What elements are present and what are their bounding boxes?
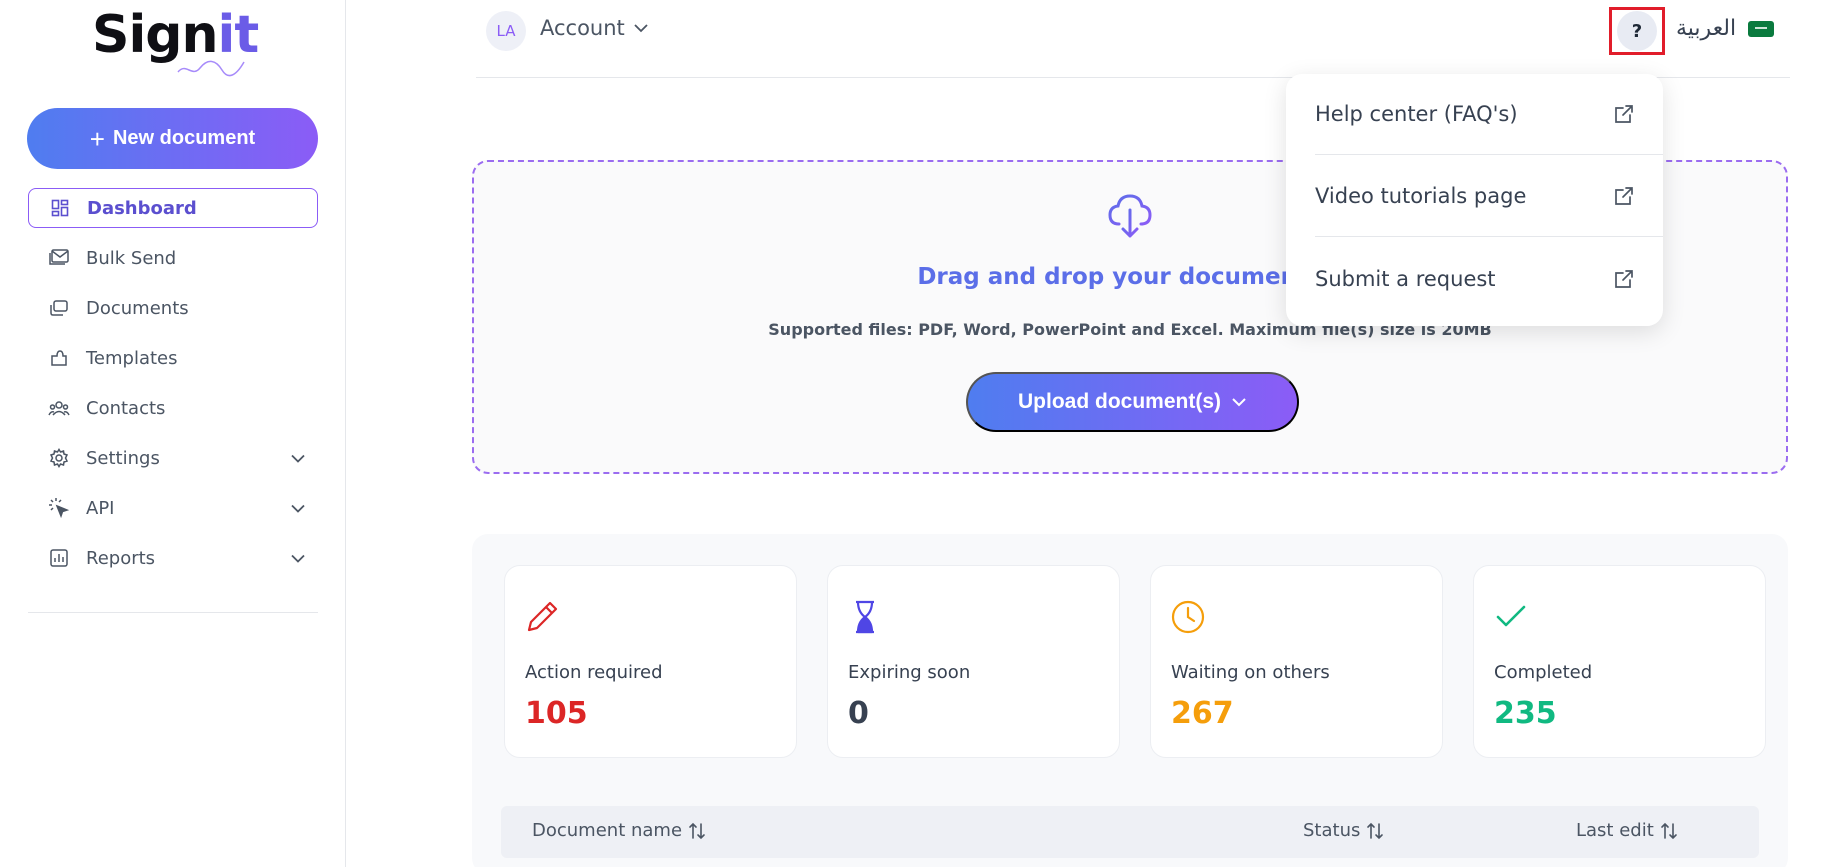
sidebar-item-contacts[interactable]: Contacts — [28, 383, 318, 433]
stat-card-completed[interactable]: Completed 235 — [1473, 565, 1766, 758]
column-status[interactable]: Status — [1303, 820, 1384, 841]
sidebar-item-templates[interactable]: Templates — [28, 333, 318, 383]
hourglass-icon — [856, 600, 874, 634]
bar-chart-icon — [48, 547, 70, 569]
pencil-icon — [527, 601, 558, 632]
stat-card-waiting-on-others[interactable]: Waiting on others 267 — [1150, 565, 1443, 758]
contacts-icon — [48, 397, 70, 419]
column-document-name[interactable]: Document name — [532, 820, 706, 841]
sidebar-item-reports[interactable]: Reports — [28, 533, 318, 583]
sidebar-item-documents[interactable]: Documents — [28, 283, 318, 333]
sort-icon — [689, 822, 705, 839]
upload-label: Upload document(s) — [1018, 390, 1221, 413]
menu-item-submit-request[interactable]: Submit a request — [1315, 238, 1663, 319]
account-menu-button[interactable]: Account — [540, 16, 649, 40]
help-dropdown-menu: Help center (FAQ's) Video tutorials page… — [1286, 74, 1663, 326]
top-bar: LA Account ? العربية — [476, 0, 1790, 78]
sidebar-item-api[interactable]: API — [28, 483, 318, 533]
new-document-button[interactable]: + New document — [27, 108, 318, 169]
sidebar-item-bulk-send[interactable]: Bulk Send — [28, 233, 318, 283]
documents-table-header: Document name Status Last edit — [501, 806, 1759, 858]
saudi-flag-icon — [1748, 20, 1775, 37]
chevron-down-icon[interactable] — [290, 498, 306, 519]
stat-value: 267 — [1171, 696, 1234, 731]
cursor-click-icon — [48, 497, 70, 519]
chevron-down-icon[interactable] — [290, 448, 306, 469]
language-switcher[interactable]: العربية — [1676, 16, 1775, 41]
check-icon — [1496, 605, 1526, 627]
column-label: Document name — [532, 820, 683, 841]
sort-icon — [1660, 822, 1677, 839]
gear-icon — [48, 447, 70, 469]
documents-icon — [48, 297, 70, 319]
stat-label: Completed — [1494, 662, 1593, 683]
external-link-icon — [1615, 187, 1633, 205]
chevron-down-icon — [634, 24, 648, 33]
sidebar-item-label: Templates — [86, 347, 178, 369]
sort-icon — [1367, 822, 1384, 839]
stat-value: 235 — [1494, 696, 1557, 731]
sidebar-item-label: Documents — [86, 297, 189, 319]
menu-item-label: Help center (FAQ's) — [1315, 102, 1518, 126]
sidebar-item-dashboard[interactable]: Dashboard — [28, 188, 318, 228]
stat-label: Expiring soon — [848, 662, 971, 683]
account-label: Account — [540, 16, 625, 40]
sidebar-item-settings[interactable]: Settings — [28, 433, 318, 483]
menu-item-help-center[interactable]: Help center (FAQ's) — [1315, 74, 1663, 155]
sidebar-item-label: API — [86, 497, 115, 519]
clock-icon — [1171, 600, 1205, 634]
chevron-down-icon — [1232, 398, 1246, 407]
templates-icon — [48, 347, 70, 369]
sidebar-item-label: Contacts — [86, 397, 166, 419]
sidebar-item-label: Bulk Send — [86, 247, 177, 269]
stat-label: Waiting on others — [1171, 662, 1330, 683]
menu-item-video-tutorials[interactable]: Video tutorials page — [1315, 156, 1663, 237]
menu-item-label: Video tutorials page — [1315, 184, 1527, 208]
column-last-edit[interactable]: Last edit — [1576, 820, 1678, 841]
mail-stack-icon — [48, 247, 70, 269]
external-link-icon — [1615, 269, 1633, 288]
stat-value: 105 — [525, 696, 588, 731]
help-button[interactable]: ? — [1617, 11, 1657, 51]
stat-card-action-required[interactable]: Action required 105 — [504, 565, 797, 758]
cloud-download-icon — [1108, 194, 1152, 238]
dashboard-icon — [49, 197, 71, 219]
chevron-down-icon[interactable] — [290, 548, 306, 569]
stat-value: 0 — [848, 696, 869, 731]
sidebar-nav: Dashboard Bulk Send Documents Templates … — [28, 188, 318, 583]
plus-icon: + — [89, 123, 105, 154]
language-label: العربية — [1676, 16, 1737, 41]
column-label: Status — [1303, 820, 1361, 841]
sidebar-item-label: Dashboard — [87, 197, 197, 219]
stats-panel: Action required 105 Expiring soon 0 Wait… — [472, 534, 1788, 867]
upload-documents-button[interactable]: Upload document(s) — [966, 372, 1299, 432]
stat-label: Action required — [525, 662, 663, 683]
logo-swirl-icon — [177, 60, 245, 77]
external-link-icon — [1615, 105, 1633, 123]
sidebar: Signit + New document Dashboard Bulk Sen… — [0, 0, 346, 867]
signit-logo[interactable]: Signit — [92, 4, 259, 80]
avatar[interactable]: LA — [486, 11, 526, 51]
help-highlight: ? — [1609, 7, 1665, 55]
sidebar-item-label: Reports — [86, 547, 156, 569]
stat-card-expiring-soon[interactable]: Expiring soon 0 — [827, 565, 1120, 758]
column-label: Last edit — [1576, 820, 1654, 841]
sidebar-divider — [28, 612, 318, 613]
new-document-label: New document — [112, 127, 256, 149]
sidebar-item-label: Settings — [86, 447, 160, 469]
menu-item-label: Submit a request — [1315, 266, 1496, 291]
